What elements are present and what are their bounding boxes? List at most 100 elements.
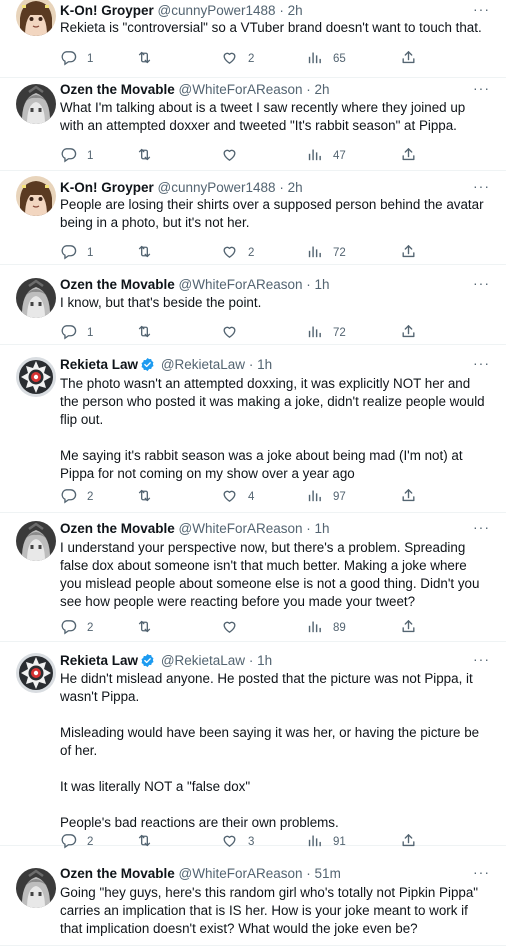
author-handle[interactable]: @RekietaLaw (161, 357, 245, 372)
reply-button[interactable]: 2 (60, 618, 93, 638)
like-button[interactable] (221, 146, 248, 166)
tweet-header: Ozen the Movable @WhiteForAReason · 1h (60, 277, 466, 292)
tweet-header: Rekieta Law @RekietaLaw · 1h (60, 653, 466, 668)
tweet[interactable]: Rekieta Law @RekietaLaw · 1h ··· He didn't… (0, 642, 506, 849)
timestamp[interactable]: 2h (288, 3, 303, 18)
share-button[interactable] (400, 49, 427, 69)
like-button[interactable]: 2 (221, 243, 254, 263)
author-handle[interactable]: @cunnyPower1488 (158, 3, 276, 18)
timestamp[interactable]: 1h (315, 277, 330, 292)
tweet[interactable]: Ozen the Movable @WhiteForAReason · 1h ··… (0, 265, 506, 345)
author-name[interactable]: Rekieta Law (60, 653, 138, 668)
author-handle[interactable]: @WhiteForAReason (179, 866, 303, 881)
share-button[interactable] (400, 487, 427, 507)
views-count: 47 (333, 150, 346, 162)
like-button[interactable] (221, 323, 248, 343)
retweet-button[interactable] (136, 146, 163, 166)
share-button[interactable] (400, 243, 427, 263)
author-name[interactable]: K-On! Groyper (60, 180, 154, 195)
tweet-text: Going "hey guys, here's this random girl… (60, 884, 492, 938)
author-name[interactable]: K-On! Groyper (60, 3, 154, 18)
reply-button[interactable]: 2 (60, 487, 93, 507)
views-button[interactable]: 65 (306, 49, 346, 69)
reply-button[interactable]: 1 (60, 323, 93, 343)
more-icon[interactable]: ··· (473, 864, 490, 880)
tweet-paragraph: He didn't mislead anyone. He posted that… (60, 671, 473, 704)
timestamp[interactable]: 51m (315, 866, 341, 881)
views-button[interactable]: 72 (306, 323, 346, 343)
reply-button[interactable]: 1 (60, 243, 93, 263)
author-handle[interactable]: @RekietaLaw (161, 653, 245, 668)
retweet-icon (136, 146, 163, 166)
retweet-button[interactable] (136, 49, 163, 69)
tweet-actions: 2 89 (60, 618, 420, 636)
tweet-header: Rekieta Law @RekietaLaw · 1h (60, 357, 466, 372)
author-handle[interactable]: @WhiteForAReason (179, 521, 303, 536)
views-button[interactable]: 47 (306, 146, 346, 166)
like-button[interactable]: 2 (221, 49, 254, 69)
share-button[interactable] (400, 323, 427, 343)
share-icon (400, 487, 427, 507)
avatar[interactable] (16, 176, 56, 216)
share-button[interactable] (400, 618, 427, 638)
author-handle[interactable]: @WhiteForAReason (179, 277, 303, 292)
timestamp[interactable]: 2h (315, 82, 330, 97)
author-name[interactable]: Ozen the Movable (60, 82, 175, 97)
tweet-text: I know, but that's beside the point. (60, 294, 492, 312)
avatar[interactable] (16, 653, 56, 693)
timestamp[interactable]: 1h (257, 357, 272, 372)
avatar[interactable] (16, 868, 56, 908)
avatar[interactable] (16, 278, 56, 318)
reply-icon (60, 618, 87, 638)
like-button[interactable] (221, 618, 248, 638)
tweet[interactable]: K-On! Groyper @cunnyPower1488 · 2h ··· Peo… (0, 171, 506, 265)
retweet-button[interactable] (136, 243, 163, 263)
retweet-icon (136, 49, 163, 69)
tweet[interactable]: Ozen the Movable @WhiteForAReason · 2h ··… (0, 78, 506, 171)
avatar[interactable] (16, 84, 56, 124)
more-icon[interactable]: ··· (473, 519, 490, 535)
like-count: 2 (248, 247, 255, 259)
author-name[interactable]: Ozen the Movable (60, 521, 175, 536)
more-icon[interactable]: ··· (473, 178, 490, 194)
like-button[interactable]: 4 (221, 487, 254, 507)
more-icon[interactable]: ··· (473, 80, 490, 96)
timestamp[interactable]: 1h (315, 521, 330, 536)
retweet-icon (136, 243, 163, 263)
avatar[interactable] (16, 521, 56, 561)
views-count: 65 (333, 53, 346, 65)
views-button[interactable]: 89 (306, 618, 346, 638)
author-handle[interactable]: @WhiteForAReason (179, 82, 303, 97)
author-handle[interactable]: @cunnyPower1488 (158, 180, 276, 195)
share-button[interactable] (400, 146, 427, 166)
views-button[interactable]: 97 (306, 487, 346, 507)
author-name[interactable]: Rekieta Law (60, 357, 138, 372)
tweet-text: People are losing their shirts over a su… (60, 196, 492, 232)
more-icon[interactable]: ··· (473, 1, 490, 17)
author-name[interactable]: Ozen the Movable (60, 277, 175, 292)
reply-button[interactable]: 1 (60, 49, 93, 69)
retweet-button[interactable] (136, 618, 163, 638)
more-icon[interactable]: ··· (473, 355, 490, 371)
tweet[interactable]: Ozen the Movable @WhiteForAReason · 1h ··… (0, 513, 506, 642)
timestamp[interactable]: 2h (288, 180, 303, 195)
reply-button[interactable]: 1 (60, 146, 93, 166)
avatar[interactable] (16, 0, 56, 36)
retweet-icon (136, 487, 163, 507)
tweet[interactable]: Rekieta Law @RekietaLaw · 1h ··· The photo… (0, 345, 506, 513)
views-icon (306, 146, 333, 166)
tweet-header: K-On! Groyper @cunnyPower1488 · 2h (60, 180, 466, 195)
tweet[interactable]: Ozen the Movable @WhiteForAReason · 51m ·… (0, 846, 506, 946)
retweet-button[interactable] (136, 323, 163, 343)
more-icon[interactable]: ··· (473, 651, 490, 667)
more-icon[interactable]: ··· (473, 275, 490, 291)
tweet-paragraph: People are losing their shirts over a su… (60, 197, 484, 230)
avatar[interactable] (16, 357, 56, 397)
tweet-paragraph: It was literally NOT a "false dox" (60, 779, 251, 794)
author-name[interactable]: Ozen the Movable (60, 866, 175, 881)
tweet[interactable]: K-On! Groyper @cunnyPower1488 · 2h ··· Rek… (0, 0, 506, 78)
timestamp[interactable]: 1h (257, 653, 272, 668)
retweet-button[interactable] (136, 487, 163, 507)
views-button[interactable]: 72 (306, 243, 346, 263)
views-icon (306, 49, 333, 69)
